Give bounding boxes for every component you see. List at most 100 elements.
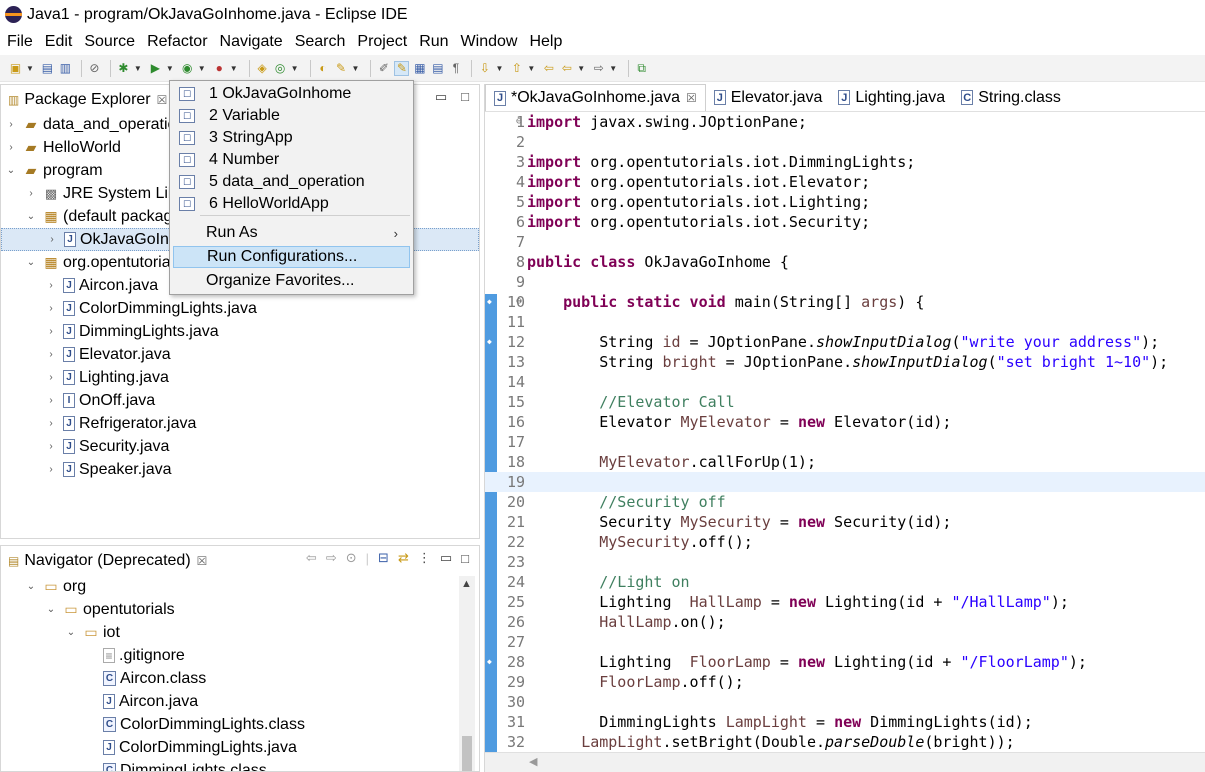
external-tools-dropdown-icon[interactable]: ▼: [230, 64, 238, 73]
tree-item[interactable]: › J Lighting.java: [1, 366, 479, 389]
run-configurations-item[interactable]: Run Configurations...: [173, 246, 410, 268]
menu-navigate[interactable]: Navigate: [220, 33, 283, 51]
code-line[interactable]: 31 DimmingLights LampLight = new Dimming…: [485, 712, 1205, 732]
chevron-right-icon[interactable]: ›: [5, 119, 17, 130]
run-history-item[interactable]: ☐ 4 Number: [173, 149, 410, 171]
chevron-right-icon[interactable]: ›: [45, 441, 57, 452]
forward-icon[interactable]: ⇨: [326, 550, 337, 566]
tree-item[interactable]: C ColorDimmingLights.class: [1, 713, 479, 736]
chevron-down-icon[interactable]: ⌄: [25, 257, 37, 268]
tree-item[interactable]: › J Speaker.java: [1, 458, 479, 481]
code-line[interactable]: 13 String bright = JOptionPane.showInput…: [485, 352, 1205, 372]
package-explorer-tab[interactable]: ▥ Package Explorer ☒: [4, 87, 167, 113]
chevron-right-icon[interactable]: ›: [45, 326, 57, 337]
coverage-dropdown-icon[interactable]: ▼: [198, 64, 206, 73]
new-java-project-icon[interactable]: ◈: [255, 61, 270, 76]
chevron-right-icon[interactable]: ›: [46, 234, 58, 245]
chevron-right-icon[interactable]: ›: [45, 372, 57, 383]
maximize-icon[interactable]: □: [461, 89, 469, 105]
run-dropdown-icon[interactable]: ▼: [166, 64, 174, 73]
tree-item[interactable]: ⌄ ▭ org: [1, 575, 479, 598]
code-line[interactable]: ◆ 10 ⊖ public static void main(String[] ar…: [485, 292, 1205, 312]
show-whitespace-icon[interactable]: ¶: [448, 61, 463, 76]
run-as-item[interactable]: Run As ›: [173, 222, 410, 244]
run-history-item[interactable]: ☐ 3 StringApp: [173, 127, 410, 149]
tree-item[interactable]: ⌄ ▭ opentutorials: [1, 598, 479, 621]
fold-toggle-icon[interactable]: ⊖: [516, 292, 522, 312]
code-line[interactable]: 3 import org.opentutorials.iot.DimmingLig…: [485, 152, 1205, 172]
menu-run[interactable]: Run: [419, 33, 448, 51]
menu-file[interactable]: File: [7, 33, 33, 51]
menu-edit[interactable]: Edit: [45, 33, 73, 51]
chevron-right-icon[interactable]: ›: [45, 395, 57, 406]
chevron-down-icon[interactable]: ⌄: [45, 604, 57, 615]
menu-source[interactable]: Source: [84, 33, 135, 51]
tree-item[interactable]: › J ColorDimmingLights.java: [1, 297, 479, 320]
new-class-icon[interactable]: ◎: [273, 61, 288, 76]
close-icon[interactable]: ☒: [157, 93, 168, 107]
tree-item[interactable]: › J Security.java: [1, 435, 479, 458]
forward-dropdown-icon[interactable]: ▼: [609, 64, 617, 73]
code-line[interactable]: 8 public class OkJavaGoInhome {: [485, 252, 1205, 272]
editor-horizontal-scrollbar[interactable]: ◀: [485, 752, 1205, 772]
run-icon[interactable]: ▶: [148, 61, 163, 76]
back-icon[interactable]: ⇦: [306, 550, 317, 566]
open-type-icon[interactable]: ◐: [316, 61, 331, 76]
scrollbar-thumb[interactable]: [462, 736, 472, 771]
tree-item[interactable]: ⌄ ▭ iot: [1, 621, 479, 644]
tree-item[interactable]: › J DimmingLights.java: [1, 320, 479, 343]
chevron-down-icon[interactable]: ⌄: [25, 581, 37, 592]
collapse-all-icon[interactable]: ⊟: [378, 550, 389, 566]
last-edit-icon[interactable]: ⇦: [541, 61, 556, 76]
forward-icon[interactable]: ⇨: [591, 61, 606, 76]
chevron-right-icon[interactable]: ›: [45, 418, 57, 429]
back-dropdown-icon[interactable]: ▼: [577, 64, 585, 73]
editor-tab[interactable]: J *OkJavaGoInhome.java ☒: [485, 84, 706, 111]
tree-item[interactable]: J ColorDimmingLights.java: [1, 736, 479, 759]
chevron-right-icon[interactable]: ›: [5, 142, 17, 153]
chevron-right-icon[interactable]: ›: [45, 303, 57, 314]
code-editor[interactable]: 1 ⊖ import javax.swing.JOptionPane; 2 3 impor…: [485, 112, 1205, 752]
code-line[interactable]: 21 Security MySecurity = new Security(id…: [485, 512, 1205, 532]
code-line[interactable]: 16 Elevator MyElevator = new Elevator(id…: [485, 412, 1205, 432]
code-line[interactable]: 2: [485, 132, 1205, 152]
coverage-icon[interactable]: ◉: [180, 61, 195, 76]
code-line[interactable]: 4 import org.opentutorials.iot.Elevator;: [485, 172, 1205, 192]
tree-item[interactable]: › I OnOff.java: [1, 389, 479, 412]
next-annotation-dropdown-icon[interactable]: ▼: [495, 64, 503, 73]
fold-toggle-icon[interactable]: ⊖: [516, 112, 522, 132]
code-line[interactable]: ◆ 12 String id = JOptionPane.showInputDia…: [485, 332, 1205, 352]
run-history-item[interactable]: ☐ 2 Variable: [173, 105, 410, 127]
code-line[interactable]: 7: [485, 232, 1205, 252]
navigator-scrollbar[interactable]: ▲: [459, 576, 475, 771]
chevron-right-icon[interactable]: ›: [25, 188, 37, 199]
chevron-right-icon[interactable]: ›: [45, 349, 57, 360]
save-all-icon[interactable]: ▥: [58, 61, 73, 76]
organize-favorites-item[interactable]: Organize Favorites...: [173, 270, 410, 292]
code-line[interactable]: 32 LampLight.setBright(Double.parseDoubl…: [485, 732, 1205, 752]
new-dropdown-icon[interactable]: ▼: [26, 64, 34, 73]
run-history-item[interactable]: ☐ 1 OkJavaGoInhome: [173, 83, 410, 105]
code-line[interactable]: 22 MySecurity.off();: [485, 532, 1205, 552]
code-line[interactable]: 1 ⊖ import javax.swing.JOptionPane;: [485, 112, 1205, 132]
previous-annotation-icon[interactable]: ⇧: [509, 61, 524, 76]
new-class-dropdown-icon[interactable]: ▼: [291, 64, 299, 73]
code-line[interactable]: 25 Lighting HallLamp = new Lighting(id +…: [485, 592, 1205, 612]
mark-occurrences-icon[interactable]: ✎: [394, 60, 410, 76]
code-line[interactable]: 6 import org.opentutorials.iot.Security;: [485, 212, 1205, 232]
open-perspective-icon[interactable]: ⧉: [634, 61, 649, 76]
debug-icon[interactable]: ✱: [116, 61, 131, 76]
tree-item[interactable]: J Aircon.java: [1, 690, 479, 713]
next-annotation-icon[interactable]: ⇩: [477, 61, 492, 76]
up-icon[interactable]: ⊙: [346, 550, 357, 566]
run-history-item[interactable]: ☐ 5 data_and_operation: [173, 171, 410, 193]
annotation-icon[interactable]: ✐: [376, 61, 391, 76]
code-line[interactable]: 17: [485, 432, 1205, 452]
search-icon[interactable]: ✎: [334, 61, 349, 76]
tree-item[interactable]: ≡ .gitignore: [1, 644, 479, 667]
minimize-icon[interactable]: ▭: [435, 89, 447, 105]
close-icon[interactable]: ☒: [197, 554, 208, 568]
previous-annotation-dropdown-icon[interactable]: ▼: [527, 64, 535, 73]
external-tools-icon[interactable]: ●: [212, 61, 227, 76]
code-line[interactable]: 27: [485, 632, 1205, 652]
